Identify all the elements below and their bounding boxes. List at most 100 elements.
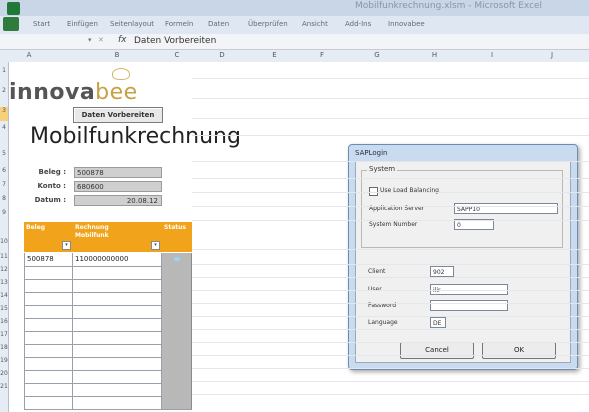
cell-status[interactable] — [162, 344, 192, 357]
row-header[interactable]: 2 — [0, 87, 8, 94]
row-header[interactable]: 20 — [0, 370, 8, 377]
tab-innovabee[interactable]: Innovabee — [388, 20, 425, 28]
row-header[interactable]: 1 — [0, 67, 8, 74]
cell-status[interactable] — [162, 305, 192, 318]
filter-dropdown-icon[interactable]: ▾ — [151, 241, 160, 250]
row-header[interactable]: 13 — [0, 279, 8, 286]
column-header-b[interactable]: B — [73, 51, 161, 59]
gridline — [192, 178, 589, 179]
namebox-dropdown-icon[interactable]: ▾ — [88, 36, 92, 44]
function-icon[interactable]: fx — [118, 35, 127, 45]
cell-beleg[interactable] — [24, 266, 73, 279]
cell-status[interactable] — [162, 266, 192, 279]
datum-value-cell[interactable]: 20.08.12 — [74, 195, 162, 206]
cell-beleg[interactable] — [24, 305, 73, 318]
cell-status[interactable] — [162, 292, 192, 305]
cell-beleg[interactable] — [24, 318, 73, 331]
column-header-h[interactable]: H — [407, 51, 462, 59]
client-input[interactable]: 902 — [430, 266, 454, 277]
row-header[interactable]: 3 — [0, 107, 8, 114]
cell-beleg[interactable] — [24, 344, 73, 357]
column-header-e[interactable]: E — [252, 51, 297, 59]
file-tab[interactable] — [3, 17, 19, 31]
cell-beleg[interactable] — [24, 396, 73, 409]
app-server-input[interactable]: SAPP10 — [454, 203, 558, 214]
table-header-beleg[interactable]: Beleg ▾ — [24, 222, 73, 252]
row-header[interactable]: 14 — [0, 292, 8, 299]
cell-rechnung[interactable] — [73, 344, 162, 357]
cell-rechnung[interactable] — [73, 305, 162, 318]
filter-dropdown-icon[interactable]: ▾ — [62, 241, 71, 250]
column-header-a[interactable]: A — [9, 51, 49, 59]
cell-beleg[interactable] — [24, 331, 73, 344]
tab-seitenlayout[interactable]: Seitenlayout — [110, 20, 154, 28]
cell-beleg[interactable] — [24, 357, 73, 370]
cell-beleg[interactable] — [24, 370, 73, 383]
excel-icon[interactable] — [7, 2, 20, 15]
row-header[interactable]: 15 — [0, 305, 8, 312]
tab-start[interactable]: Start — [33, 20, 50, 28]
cell-beleg[interactable]: 500878 — [24, 253, 73, 266]
cancel-button[interactable]: Cancel — [400, 342, 474, 359]
row-header[interactable]: 18 — [0, 344, 8, 351]
konto-label: Konto : — [37, 182, 67, 190]
tab-ansicht[interactable]: Ansicht — [302, 20, 328, 28]
column-header-d[interactable]: D — [192, 51, 252, 59]
column-header-c[interactable]: C — [162, 51, 192, 59]
table-header-status[interactable]: Status — [162, 222, 192, 252]
cell-status[interactable] — [162, 253, 192, 266]
password-input[interactable] — [430, 300, 508, 311]
row-header[interactable]: 19 — [0, 357, 8, 364]
row-header[interactable]: 4 — [0, 124, 8, 131]
konto-value-cell[interactable]: 680600 — [74, 181, 162, 192]
column-header-i[interactable]: I — [462, 51, 522, 59]
cell-rechnung[interactable] — [73, 266, 162, 279]
tab-formeln[interactable]: Formeln — [165, 20, 193, 28]
beleg-value-cell[interactable]: 500878 — [74, 167, 162, 178]
tab-einfuegen[interactable]: Einfügen — [67, 20, 98, 28]
cell-status[interactable] — [162, 279, 192, 292]
cell-rechnung[interactable] — [73, 370, 162, 383]
cell-status[interactable] — [162, 370, 192, 383]
row-header[interactable]: 12 — [0, 266, 8, 273]
row-header[interactable]: 8 — [0, 195, 8, 202]
cell-status[interactable] — [162, 318, 192, 331]
column-header-j[interactable]: J — [522, 51, 582, 59]
tab-addins[interactable]: Add-Ins — [345, 20, 371, 28]
cell-rechnung[interactable] — [73, 383, 162, 396]
cell-rechnung[interactable] — [73, 357, 162, 370]
cell-status[interactable] — [162, 357, 192, 370]
row-header[interactable]: 11 — [0, 253, 8, 260]
prepare-data-button[interactable]: Daten Vorbereiten — [73, 107, 163, 123]
cell-status[interactable] — [162, 396, 192, 409]
row-header[interactable]: 17 — [0, 331, 8, 338]
column-header-f[interactable]: F — [297, 51, 347, 59]
cell-beleg[interactable] — [24, 279, 73, 292]
cell-beleg[interactable] — [24, 292, 73, 305]
row-header[interactable]: 10 — [0, 238, 8, 245]
tab-ueberpruefen[interactable]: Überprüfen — [248, 20, 288, 28]
cell-rechnung[interactable] — [73, 318, 162, 331]
ok-button[interactable]: OK — [482, 342, 556, 359]
cell-beleg[interactable] — [24, 383, 73, 396]
language-input[interactable]: DE — [430, 317, 446, 328]
formula-content[interactable]: Daten Vorbereiten — [134, 36, 216, 46]
cancel-formula-icon[interactable]: ✕ — [98, 36, 104, 44]
row-header[interactable]: 5 — [0, 150, 8, 157]
cell-rechnung[interactable]: 110000000000 — [73, 253, 162, 266]
row-header[interactable]: 7 — [0, 181, 8, 188]
row-header[interactable]: 21 — [0, 383, 8, 390]
cell-rechnung[interactable] — [73, 292, 162, 305]
table-header-rechnung[interactable]: Rechnung Mobilfunk ▾ — [73, 222, 162, 252]
cell-rechnung[interactable] — [73, 396, 162, 409]
row-header[interactable]: 6 — [0, 167, 8, 174]
cell-status[interactable] — [162, 383, 192, 396]
tab-daten[interactable]: Daten — [208, 20, 229, 28]
column-header-g[interactable]: G — [347, 51, 407, 59]
cell-rechnung[interactable] — [73, 279, 162, 292]
cell-rechnung[interactable] — [73, 331, 162, 344]
cell-status[interactable] — [162, 331, 192, 344]
row-header[interactable]: 16 — [0, 318, 8, 325]
gridline — [192, 316, 589, 317]
row-header[interactable]: 9 — [0, 209, 8, 216]
